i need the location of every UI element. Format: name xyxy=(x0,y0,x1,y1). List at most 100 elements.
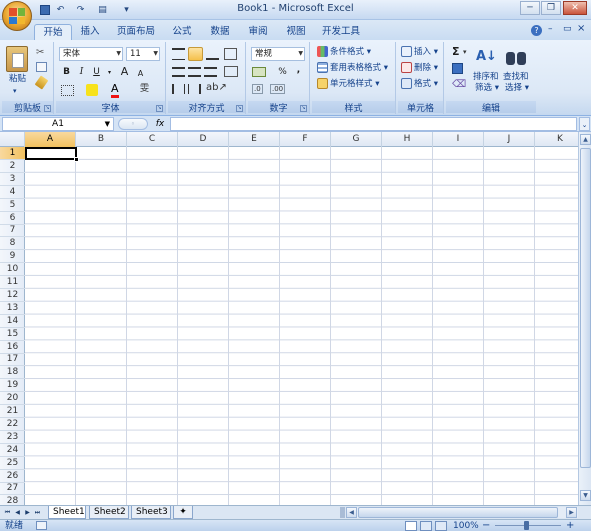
italic-button[interactable]: I xyxy=(75,66,88,79)
name-box-dropdown-icon[interactable]: ▼ xyxy=(105,118,110,130)
scroll-right-icon[interactable]: ▶ xyxy=(566,507,577,518)
find-select-icon[interactable] xyxy=(506,48,526,66)
clear-icon[interactable]: ⌫ xyxy=(452,79,466,90)
row-header[interactable]: 28 xyxy=(0,495,25,505)
office-button[interactable] xyxy=(2,1,32,31)
format-cells-button[interactable]: 格式 ▾ xyxy=(401,78,438,90)
font-name-combo[interactable]: 宋体 ▼ xyxy=(59,47,123,61)
currency-icon[interactable] xyxy=(252,67,266,77)
align-right-icon[interactable] xyxy=(204,67,217,77)
insert-sheet-icon[interactable]: ✦ xyxy=(173,506,193,519)
insert-cells-button[interactable]: 插入 ▾ xyxy=(401,46,438,58)
first-sheet-icon[interactable]: ⏮ xyxy=(3,507,12,518)
row-header[interactable]: 25 xyxy=(0,457,25,470)
align-left-icon[interactable] xyxy=(172,67,185,77)
column-header[interactable]: E xyxy=(229,132,280,147)
ribbon-close-icon[interactable]: × xyxy=(577,23,585,34)
column-header[interactable]: K xyxy=(535,132,578,147)
format-painter-icon[interactable] xyxy=(34,75,49,90)
column-header[interactable]: F xyxy=(280,132,331,147)
autosum-dropdown-icon[interactable]: ▾ xyxy=(463,48,467,56)
restore-button[interactable]: ❐ xyxy=(541,1,561,15)
row-header[interactable]: 17 xyxy=(0,353,25,367)
sort-filter-icon[interactable]: A↓ xyxy=(476,46,497,68)
dialog-launcher-icon[interactable]: ↘ xyxy=(44,105,51,112)
cell-styles-button[interactable]: 单元格样式 ▾ xyxy=(317,78,379,90)
row-header[interactable]: 7 xyxy=(0,224,25,238)
bold-button[interactable]: B xyxy=(60,66,73,79)
row-header[interactable]: 10 xyxy=(0,263,25,277)
paste-icon[interactable] xyxy=(6,46,28,72)
comma-style-button[interactable]: , xyxy=(292,64,305,77)
decrease-decimal-icon[interactable]: .00 xyxy=(270,84,286,94)
row-header[interactable]: 27 xyxy=(0,482,25,496)
underline-button[interactable]: U xyxy=(90,66,103,79)
find-select-label-2[interactable]: 选择 ▾ xyxy=(505,82,529,94)
next-sheet-icon[interactable]: ▶ xyxy=(23,507,32,518)
name-box[interactable]: A1 ▼ xyxy=(2,117,114,131)
horizontal-scrollbar[interactable]: ◀ ▶ xyxy=(346,507,578,518)
paste-dropdown-icon[interactable]: ▾ xyxy=(13,85,17,97)
scroll-up-icon[interactable]: ▲ xyxy=(580,134,591,145)
row-header[interactable]: 20 xyxy=(0,392,25,406)
tab-formulas[interactable]: 公式 xyxy=(166,24,198,40)
conditional-formatting-button[interactable]: 条件格式 ▾ xyxy=(317,46,371,58)
tab-review[interactable]: 审阅 xyxy=(242,24,274,40)
copy-icon[interactable] xyxy=(36,62,47,72)
macro-record-icon[interactable] xyxy=(36,521,47,530)
page-break-view-icon[interactable] xyxy=(435,521,447,531)
bottom-align-icon[interactable] xyxy=(206,48,219,60)
column-header[interactable]: G xyxy=(331,132,382,147)
prev-sheet-icon[interactable]: ◀ xyxy=(13,507,22,518)
underline-dropdown-icon[interactable]: ▾ xyxy=(103,66,116,79)
tab-home[interactable]: 开始 xyxy=(34,24,72,40)
shrink-font-button[interactable]: A xyxy=(134,67,147,80)
font-color-icon[interactable]: A xyxy=(111,82,119,98)
row-header[interactable]: 22 xyxy=(0,418,25,431)
active-cell[interactable] xyxy=(25,147,77,160)
close-button[interactable]: ✕ xyxy=(563,1,587,15)
column-header[interactable]: A xyxy=(25,132,76,147)
middle-align-icon[interactable] xyxy=(188,47,203,61)
zoom-slider-thumb[interactable] xyxy=(524,521,529,530)
tab-insert[interactable]: 插入 xyxy=(74,24,106,40)
format-as-table-button[interactable]: 套用表格格式 ▾ xyxy=(317,62,388,74)
dialog-launcher-icon[interactable]: ↘ xyxy=(156,105,163,112)
minimize-button[interactable]: ─ xyxy=(520,1,540,15)
scroll-left-icon[interactable]: ◀ xyxy=(346,507,357,518)
last-sheet-icon[interactable]: ⏭ xyxy=(33,507,42,518)
select-all-corner[interactable] xyxy=(0,132,25,147)
row-header[interactable]: 24 xyxy=(0,444,25,457)
row-header[interactable]: 26 xyxy=(0,470,25,483)
formula-cancel-icon[interactable]: ◦ xyxy=(118,118,148,130)
fill-handle[interactable] xyxy=(74,157,79,162)
tab-data[interactable]: 数据 xyxy=(204,24,236,40)
ribbon-minimize-icon[interactable]: – xyxy=(548,24,553,34)
row-header[interactable]: 2 xyxy=(0,160,25,173)
dialog-launcher-icon[interactable]: ↘ xyxy=(236,105,243,112)
column-header[interactable]: D xyxy=(178,132,229,147)
phonetic-icon[interactable]: 雯 xyxy=(138,83,151,96)
row-header[interactable]: 4 xyxy=(0,186,25,199)
dialog-launcher-icon[interactable]: ↘ xyxy=(300,105,307,112)
vertical-scroll-thumb[interactable] xyxy=(580,148,591,468)
fill-icon[interactable] xyxy=(452,63,463,74)
help-icon[interactable]: ? xyxy=(531,25,542,36)
row-header[interactable]: 3 xyxy=(0,173,25,186)
zoom-out-icon[interactable]: − xyxy=(482,520,490,531)
tab-view[interactable]: 视图 xyxy=(280,24,312,40)
number-format-combo[interactable]: 常规 ▼ xyxy=(251,47,305,61)
row-header[interactable]: 6 xyxy=(0,212,25,225)
column-header[interactable]: H xyxy=(382,132,433,147)
grow-font-button[interactable]: A xyxy=(118,65,131,78)
insert-function-button[interactable]: fx xyxy=(152,117,168,131)
font-size-combo[interactable]: 11 ▼ xyxy=(126,47,160,61)
row-header[interactable]: 5 xyxy=(0,199,25,212)
sheet-tab-sheet1[interactable]: Sheet1 xyxy=(48,506,86,519)
row-header[interactable]: 18 xyxy=(0,366,25,380)
tab-split-handle[interactable] xyxy=(340,507,345,518)
ribbon-restore-icon[interactable]: ▭ xyxy=(563,24,572,34)
column-header[interactable]: J xyxy=(484,132,535,147)
merge-center-icon[interactable] xyxy=(224,66,238,77)
row-header[interactable]: 16 xyxy=(0,341,25,354)
